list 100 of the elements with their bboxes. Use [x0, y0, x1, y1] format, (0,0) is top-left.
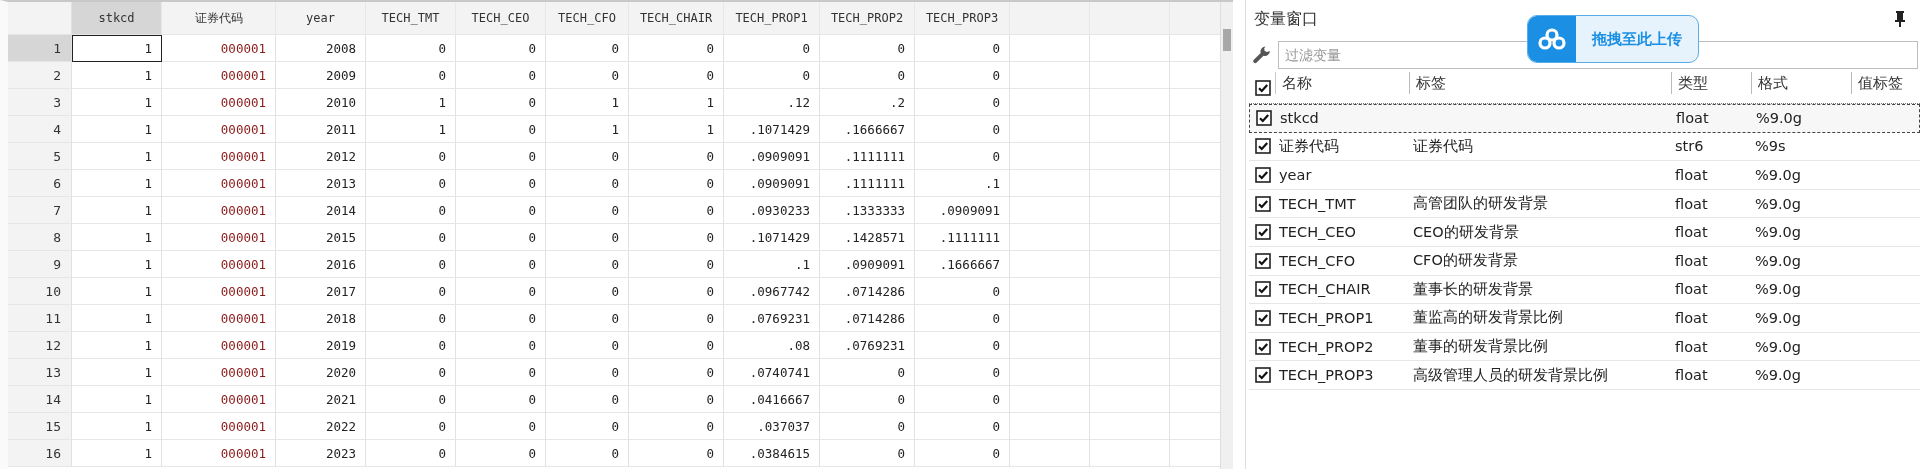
variable-row[interactable]: TECH_CHAIR 董事长的研发背景 float %9.0g [1249, 275, 1920, 305]
table-cell: 0 [820, 359, 915, 386]
variable-format: %9.0g [1755, 309, 1802, 326]
table-cell: 1 [72, 197, 162, 224]
wrench-icon[interactable] [1252, 45, 1272, 65]
variable-label: 高级管理人员的研发背景比例 [1413, 365, 1608, 385]
checkbox[interactable] [1255, 252, 1271, 269]
table-cell: 000001 [162, 413, 276, 440]
row-number[interactable]: 15 [8, 413, 72, 440]
table-cell: 0 [820, 386, 915, 413]
variable-name: stkcd [1280, 110, 1319, 127]
row-number[interactable]: 13 [8, 359, 72, 386]
table-cell: 0 [820, 440, 915, 467]
table-cell: .0909091 [724, 170, 820, 197]
variable-type: float [1675, 338, 1708, 355]
variable-row[interactable]: 证券代码 证券代码 str6 %9s [1249, 132, 1920, 162]
variable-row[interactable]: TECH_PROP1 董监高的研发背景比例 float %9.0g [1249, 304, 1920, 333]
table-cell: .12 [724, 89, 820, 116]
column-header[interactable]: 类型 [1671, 72, 1751, 94]
table-cell: 0 [366, 170, 456, 197]
checkbox[interactable] [1255, 309, 1271, 326]
table-cell: .1111111 [915, 224, 1010, 251]
pin-icon[interactable] [1894, 10, 1906, 28]
column-header[interactable]: year [276, 2, 366, 35]
table-cell: .08 [724, 332, 820, 359]
table-cell: 0 [915, 386, 1010, 413]
checkbox[interactable] [1255, 167, 1271, 183]
column-header[interactable]: TECH_PROP3 [915, 2, 1010, 35]
table-cell: 0 [629, 143, 724, 170]
variable-label: 高管团队的研发背景 [1413, 194, 1548, 214]
table-cell: 0 [546, 413, 629, 440]
row-number[interactable]: 8 [8, 224, 72, 251]
variable-row[interactable]: TECH_TMT 高管团队的研发背景 float %9.0g [1249, 189, 1920, 219]
row-number[interactable]: 1 [8, 35, 72, 62]
row-number[interactable]: 4 [8, 116, 72, 143]
variable-name: TECH_PROP3 [1279, 367, 1374, 384]
table-cell: 0 [629, 359, 724, 386]
variable-row[interactable]: stkcd float %9.0g [1249, 104, 1920, 133]
table-cell: 0 [629, 170, 724, 197]
table-cell: .1071429 [724, 116, 820, 143]
scrollbar[interactable] [1220, 2, 1233, 469]
checkbox[interactable] [1255, 79, 1271, 96]
checkbox[interactable] [1255, 338, 1271, 355]
table-cell: 0 [366, 359, 456, 386]
table-cell: 0 [915, 35, 1010, 62]
row-number[interactable]: 7 [8, 197, 72, 224]
variable-row[interactable]: year float %9.0g [1249, 161, 1920, 190]
row-number[interactable]: 2 [8, 62, 72, 89]
variable-format: %9.0g [1755, 195, 1802, 212]
row-number[interactable]: 3 [8, 89, 72, 116]
table-cell: 0 [456, 386, 546, 413]
table-cell: 0 [456, 251, 546, 278]
table-cell: .0909091 [915, 197, 1010, 224]
column-header[interactable]: TECH_TMT [366, 2, 456, 35]
column-header[interactable]: stkcd [72, 2, 162, 35]
variable-row[interactable]: TECH_CFO CFO的研发背景 float %9.0g [1249, 246, 1920, 276]
table-cell: 000001 [162, 143, 276, 170]
table-cell: 0 [456, 116, 546, 143]
row-number[interactable]: 5 [8, 143, 72, 170]
column-header[interactable]: TECH_CEO [456, 2, 546, 35]
variable-row[interactable]: TECH_CEO CEO的研发背景 float %9.0g [1249, 218, 1920, 247]
checkbox[interactable] [1255, 138, 1271, 155]
row-number[interactable]: 12 [8, 332, 72, 359]
row-number[interactable]: 14 [8, 386, 72, 413]
column-header[interactable]: 值标签 [1851, 72, 1920, 94]
row-number[interactable]: 10 [8, 278, 72, 305]
table-cell: .0909091 [724, 143, 820, 170]
table-cell: 2010 [276, 89, 366, 116]
row-number[interactable]: 9 [8, 251, 72, 278]
row-number[interactable]: 11 [8, 305, 72, 332]
table-cell: 1 [72, 89, 162, 116]
table-cell: .2 [820, 89, 915, 116]
table-cell: 2013 [276, 170, 366, 197]
column-header[interactable]: TECH_CHAIR [629, 2, 724, 35]
table-cell: 2023 [276, 440, 366, 467]
variable-row[interactable]: TECH_PROP2 董事的研发背景比例 float %9.0g [1249, 332, 1920, 362]
column-header[interactable]: TECH_CFO [546, 2, 629, 35]
variable-row[interactable]: TECH_PROP3 高级管理人员的研发背景比例 float %9.0g [1249, 361, 1920, 390]
checkbox[interactable] [1256, 110, 1272, 127]
table-cell: 000001 [162, 251, 276, 278]
variable-format: %9.0g [1756, 110, 1803, 127]
column-header[interactable]: 证券代码 [162, 2, 276, 35]
checkbox[interactable] [1255, 195, 1271, 212]
column-header[interactable]: 格式 [1751, 72, 1851, 94]
table-cell: 0 [366, 440, 456, 467]
table-cell: 2020 [276, 359, 366, 386]
column-header[interactable]: 标签 [1409, 72, 1671, 94]
column-header[interactable]: 名称 [1275, 72, 1409, 94]
table-cell: 0 [915, 116, 1010, 143]
table-cell: 1 [72, 440, 162, 467]
table-cell: 000001 [162, 305, 276, 332]
row-number[interactable]: 16 [8, 440, 72, 467]
column-header[interactable]: TECH_PROP2 [820, 2, 915, 35]
checkbox[interactable] [1255, 224, 1271, 241]
table-cell: 0 [915, 440, 1010, 467]
row-number[interactable]: 6 [8, 170, 72, 197]
checkbox[interactable] [1255, 367, 1271, 384]
column-header[interactable]: TECH_PROP1 [724, 2, 820, 35]
checkbox[interactable] [1255, 281, 1271, 298]
variable-name: TECH_CHAIR [1279, 281, 1371, 298]
